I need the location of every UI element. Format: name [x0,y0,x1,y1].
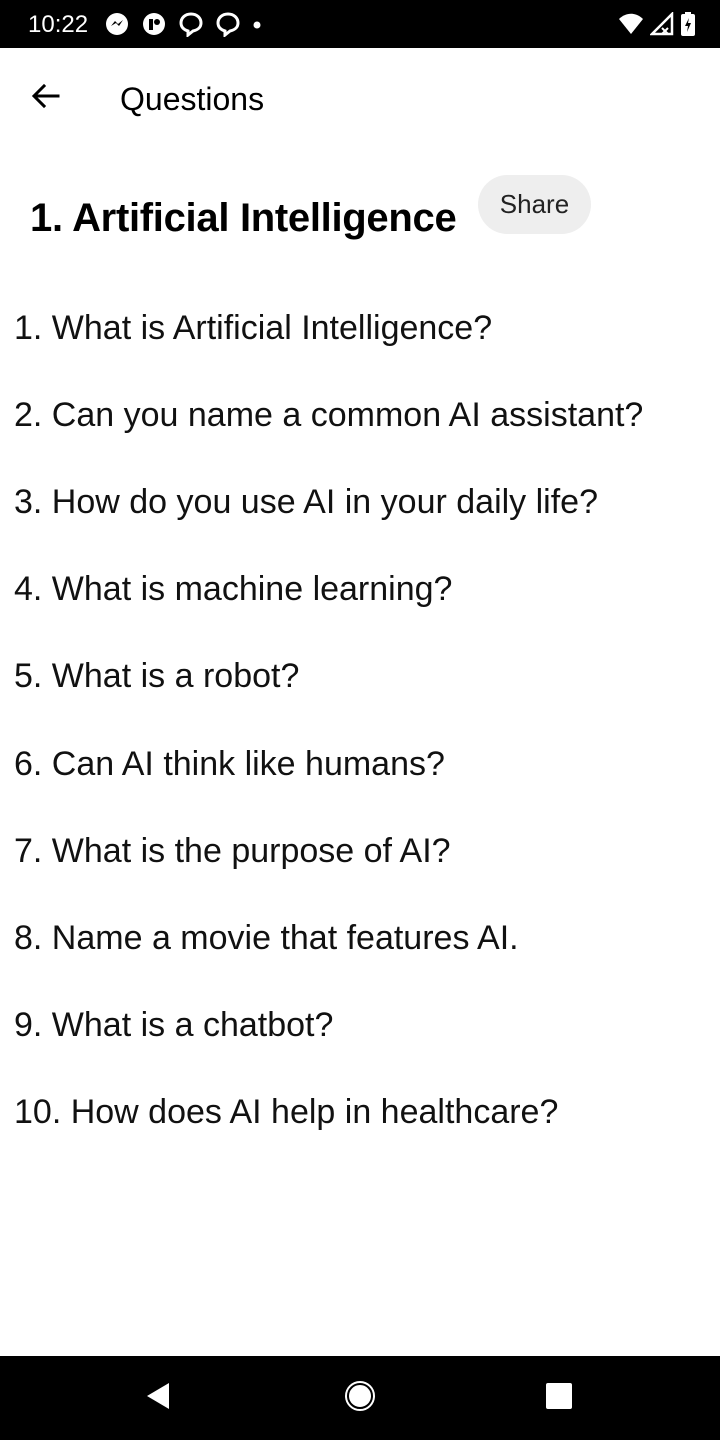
battery-icon [680,11,696,37]
navigation-bar [0,1356,720,1440]
question-item: 3. How do you use AI in your daily life? [14,482,598,521]
question-item: 7. What is the purpose of AI? [14,831,451,870]
question-list: 1. What is Artificial Intelligence? 2. C… [0,284,720,1156]
nav-home-button[interactable] [320,1370,400,1426]
question-item: 10. How does AI help in healthcare? [14,1093,559,1132]
status-time: 10:22 [28,11,89,38]
arrow-left-icon [30,80,62,117]
signal-icon [650,12,674,36]
question-item: 2. Can you name a common AI assistant? [14,395,644,434]
question-item: 9. What is a chatbot? [14,1006,334,1045]
question-item: 6. Can AI think like humans? [14,744,445,783]
section-header: 1. Artificial Intelligence Share [0,170,720,270]
recents-square-icon [545,1382,573,1415]
page-title: Questions [120,81,265,117]
app-notification-icon [141,11,167,37]
nav-back-button[interactable] [118,1370,198,1426]
back-button[interactable] [14,72,78,124]
question-item: 8. Name a movie that features AI. [14,918,519,957]
home-circle-icon [343,1379,377,1418]
status-bar: 10:22 [0,0,720,48]
question-item: 1. What is Artificial Intelligence? [14,308,493,347]
messenger-icon [104,11,130,37]
share-button[interactable]: Share [478,175,591,234]
section-title: 1. Artificial Intelligence [30,196,457,240]
question-item: 5. What is a robot? [14,657,300,696]
notification-icons [104,10,262,38]
chat-bubble-icon [178,11,204,37]
wifi-icon [618,12,644,36]
question-item: 4. What is machine learning? [14,570,453,609]
back-triangle-icon [144,1381,172,1416]
chat-bubble-icon [215,11,241,37]
app-bar: Questions [0,48,720,148]
system-icons [618,10,696,38]
dot-icon [252,11,262,37]
nav-recents-button[interactable] [519,1370,599,1426]
